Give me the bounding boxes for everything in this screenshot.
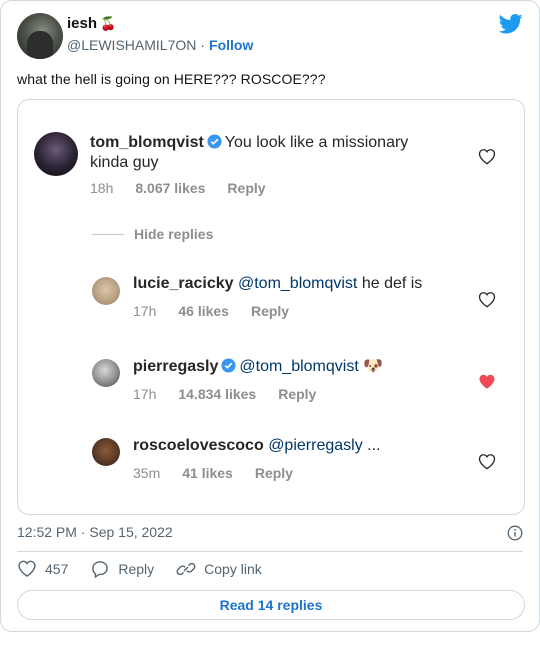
reply-time: 35m [133,465,161,481]
reply-body: 🐶 [358,358,384,375]
tweet-timestamp[interactable]: 12:52 PM · Sep 15, 2022 [17,524,173,540]
reply-username: pierregasly [133,358,219,375]
comment-likes[interactable]: 8.067 likes [135,180,205,196]
hide-replies-line [92,233,124,235]
tweet-card: iesh 🍒 @LEWISHAMIL7ON · Follow what the he… [0,0,540,632]
reply-text-lucie: lucie_racicky @tom_blomqvist he def is [133,274,422,294]
heart-icon[interactable] [478,453,496,470]
reply-likes[interactable]: 14.834 likes [178,386,256,402]
reply-meta: 35m 41 likes Reply [133,465,293,481]
reply-meta: 17h 46 likes Reply [133,303,289,319]
comment-reply-button[interactable]: Reply [227,180,265,196]
tweet-actions: 457 Reply Copy link [17,559,284,579]
copy-link-label: Copy link [204,561,262,577]
comment-body-line2: kinda guy [90,154,159,171]
cherry-emoji: 🍒 [100,15,117,31]
reply-body: he def is [357,275,423,292]
comment-meta: 18h 8.067 likes Reply [90,180,266,196]
heart-icon[interactable] [478,148,496,165]
heart-icon[interactable] [478,291,496,308]
reply-text-roscoe: roscoelovescoco @pierregasly ... [133,436,380,456]
heart-icon [18,560,36,577]
reply-reply-button[interactable]: Reply [251,303,289,319]
verified-badge-icon [221,358,236,373]
author-display-name[interactable]: iesh [67,15,97,32]
divider [17,551,523,552]
reply-avatar-lucie [92,277,120,305]
embedded-screenshot[interactable]: tom_blomqvist You look like a missionary … [17,99,525,515]
reply-mention[interactable]: @tom_blomqvist [238,275,357,292]
read-replies-button[interactable]: Read 14 replies [17,590,525,620]
reply-action[interactable]: Reply [90,559,154,579]
commenter-avatar-tom [34,132,78,176]
reply-avatar-roscoe [92,438,120,466]
liked-heart-icon[interactable] [478,373,496,390]
author-name-row[interactable]: iesh 🍒 [67,15,116,32]
reply-reply-button[interactable]: Reply [255,465,293,481]
reply-username: roscoelovescoco [133,437,264,454]
hide-replies-label: Hide replies [134,226,214,242]
reply-likes[interactable]: 46 likes [178,303,229,319]
reply-label: Reply [118,561,155,577]
author-avatar[interactable] [17,13,63,59]
reply-avatar-pierre [92,359,120,387]
reply-text-pierre: pierregasly @tom_blomqvist 🐶 [133,357,383,377]
comment-text-tom: tom_blomqvist You look like a missionary … [90,133,470,173]
reply-icon [92,561,109,579]
reply-body: ... [362,437,381,454]
author-handle-row: @LEWISHAMIL7ON · Follow [67,37,253,53]
reply-reply-button[interactable]: Reply [278,386,316,402]
author-handle[interactable]: @LEWISHAMIL7ON [67,37,196,53]
tweet-text: what the hell is going on HERE??? ROSCOE… [17,71,326,87]
reply-time: 17h [133,386,157,402]
follow-button[interactable]: Follow [209,37,253,53]
hide-replies-button[interactable]: Hide replies [92,226,213,242]
reply-likes[interactable]: 41 likes [182,465,233,481]
comment-body-line1: You look like a missionary [224,134,409,151]
reply-mention[interactable]: @pierregasly [268,437,363,454]
reply-time: 17h [133,303,157,319]
reply-mention[interactable]: @tom_blomqvist [239,358,358,375]
reply-username: lucie_racicky [133,275,234,292]
info-icon[interactable] [507,525,523,541]
copy-link-action[interactable]: Copy link [176,559,262,579]
verified-badge-icon [207,134,222,149]
like-count: 457 [45,561,69,577]
comment-time: 18h [90,180,114,196]
separator-dot: · [200,37,206,53]
twitter-bird-icon[interactable] [499,13,523,35]
link-icon [176,562,196,576]
like-action[interactable]: 457 [17,559,68,579]
reply-meta: 17h 14.834 likes Reply [133,386,316,402]
comment-username: tom_blomqvist [90,134,204,151]
